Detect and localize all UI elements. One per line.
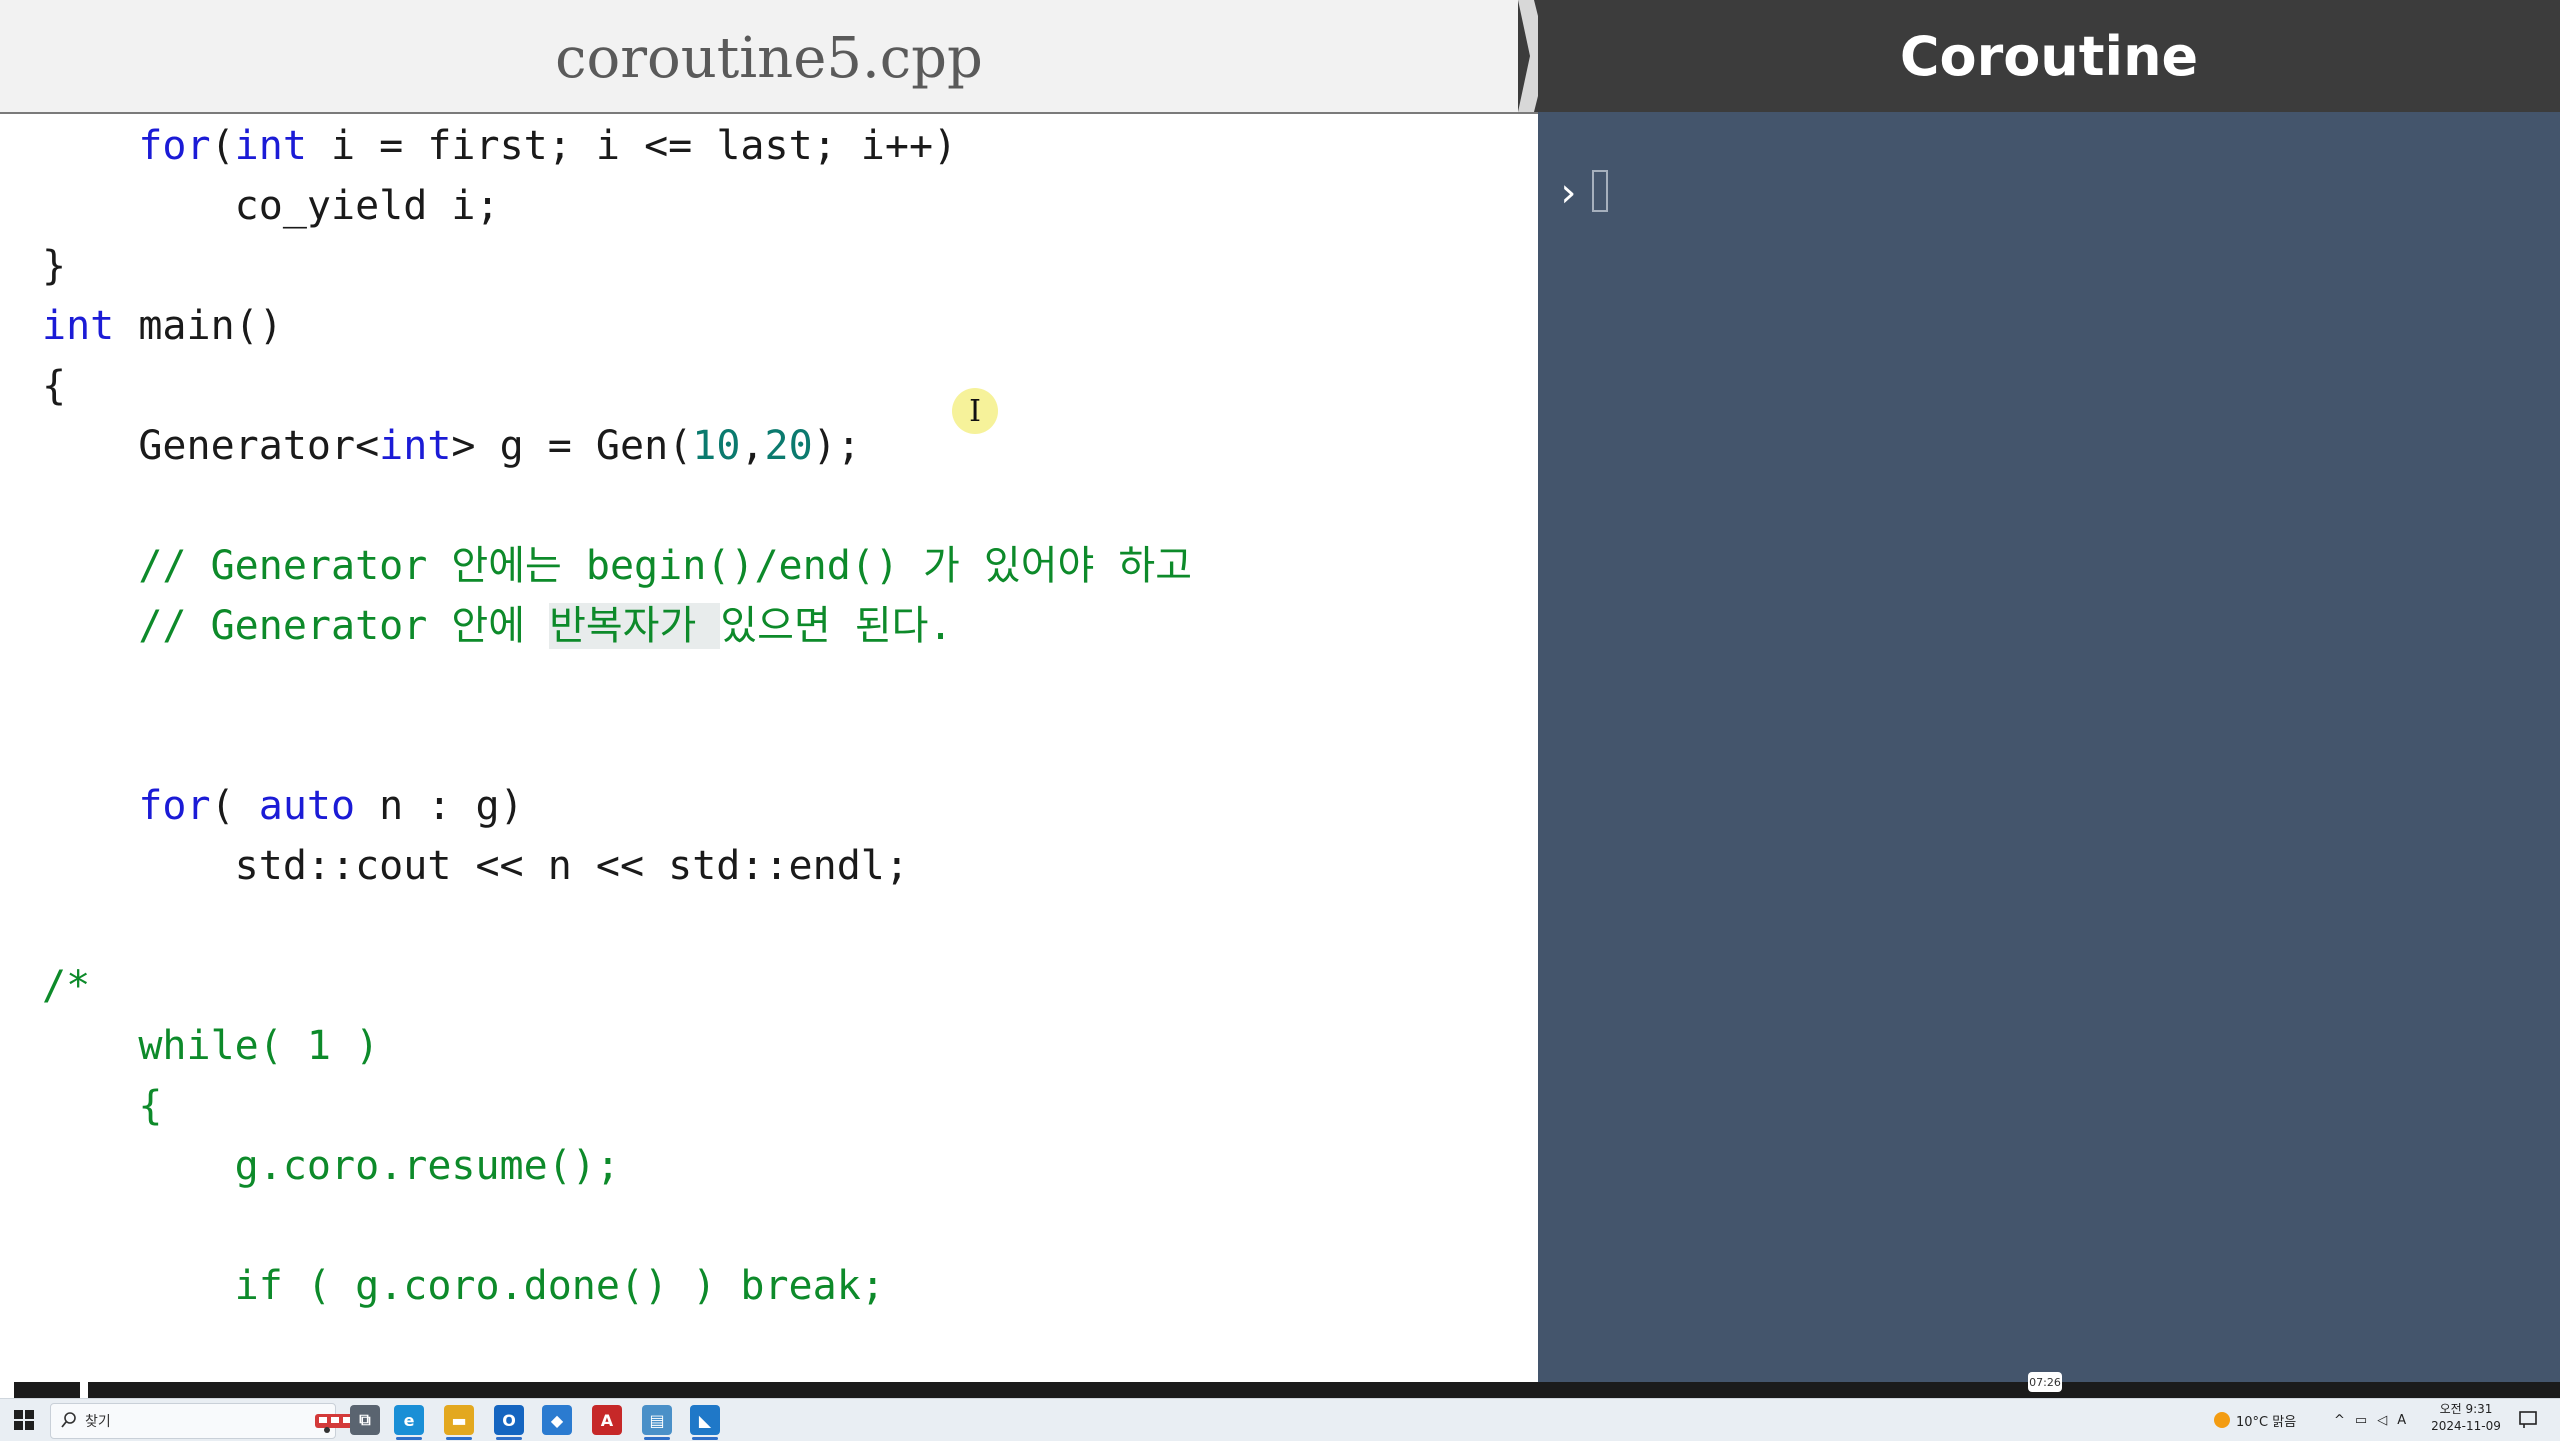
prompt-chevron-icon: ›: [1556, 170, 1581, 216]
editor-title-bar: coroutine5.cpp: [0, 0, 1538, 114]
search-placeholder: 찾기: [85, 1414, 111, 1430]
code-token: int: [42, 303, 115, 349]
code-token: for: [138, 783, 211, 829]
taskbar: 찾기 ⧉ e ▬ O ◆ A ▤ ◣ 10°C 맑음 ^ ▭ ◁ A 오전 9:31 2024…: [0, 1398, 2560, 1441]
code-line[interactable]: // Generator 안에 반복자가 있으면 된다.: [42, 596, 953, 656]
code-line[interactable]: {: [42, 356, 66, 416]
code-token: for: [138, 123, 211, 169]
volume-icon[interactable]: ◁: [2377, 1413, 2387, 1428]
weather-widget[interactable]: 10°C 맑음: [2214, 1399, 2296, 1441]
code-token: std::cout << n << std::endl;: [234, 843, 909, 889]
code-line[interactable]: Generator<int> g = Gen(10,20);: [42, 416, 861, 476]
taskbar-clock[interactable]: 오전 9:31 2024-11-09: [2426, 1401, 2506, 1435]
notification-icon[interactable]: [2518, 1409, 2538, 1429]
network-icon[interactable]: ▭: [2355, 1413, 2367, 1428]
windows-start-icon[interactable]: [14, 1410, 34, 1430]
code-token: 10: [692, 423, 741, 469]
code-token: if ( g.coro.done() ) break;: [234, 1263, 885, 1309]
player-progress-bar[interactable]: [88, 1382, 2560, 1398]
code-line[interactable]: std::cout << n << std::endl;: [42, 836, 909, 896]
terminal-panel[interactable]: ›: [1538, 112, 2560, 1382]
player-play-button[interactable]: [14, 1382, 80, 1398]
code-line[interactable]: }: [42, 236, 66, 296]
code-token: i = first; i <= last; i++): [306, 123, 958, 169]
code-line[interactable]: co_yield i;: [42, 176, 500, 236]
clock-time: 오전 9:31: [2439, 1402, 2493, 1416]
code-line[interactable]: /*: [42, 956, 90, 1016]
code-token: Generator<: [138, 423, 380, 469]
code-token: g.coro.resume();: [234, 1143, 620, 1189]
code-line[interactable]: if ( g.coro.done() ) break;: [42, 1256, 885, 1316]
file-explorer-icon[interactable]: ▬: [444, 1405, 474, 1435]
acrobat-icon[interactable]: A: [592, 1405, 622, 1435]
mouse-ibeam-icon: I: [952, 388, 998, 434]
code-token: {: [42, 363, 67, 409]
player-time-tooltip: 07:26: [2028, 1372, 2062, 1392]
code-token: 반복자가: [549, 603, 721, 649]
edge-icon[interactable]: e: [394, 1405, 424, 1435]
code-token: 있으면 된다.: [720, 603, 953, 649]
code-token: auto: [258, 783, 356, 829]
code-line[interactable]: g.coro.resume();: [42, 1136, 620, 1196]
weather-text: 10°C 맑음: [2236, 1414, 2297, 1430]
code-token: );: [812, 423, 861, 469]
code-token: 20: [764, 423, 813, 469]
code-token: int: [379, 423, 452, 469]
task-view-icon[interactable]: ⧉: [350, 1405, 380, 1435]
code-token: {: [138, 1083, 163, 1129]
code-token: main(): [114, 303, 283, 349]
code-token: // Generator 안에: [138, 603, 550, 649]
code-token: (: [210, 123, 235, 169]
vscode-icon[interactable]: ◣: [690, 1405, 720, 1435]
terminal-cursor: [1592, 170, 1608, 212]
code-token: /*: [42, 963, 91, 1009]
ime-indicator[interactable]: A: [2397, 1413, 2406, 1428]
app-icon[interactable]: ▤: [642, 1405, 672, 1435]
code-token: // Generator 안에는 begin()/end() 가 있어야 하고: [138, 543, 1192, 589]
taskbar-search-box[interactable]: 찾기: [50, 1403, 371, 1439]
code-line[interactable]: for(int i = first; i <= last; i++): [42, 116, 957, 176]
editor-file-title: coroutine5.cpp: [555, 25, 983, 91]
search-icon: [61, 1412, 76, 1428]
code-token: co_yield i;: [234, 183, 500, 229]
terminal-title-bar: Coroutine: [1538, 0, 2560, 112]
code-line[interactable]: while( 1 ): [42, 1016, 379, 1076]
code-line[interactable]: // Generator 안에는 begin()/end() 가 있어야 하고: [42, 536, 1192, 596]
code-token: ,: [740, 423, 765, 469]
clock-date: 2024-11-09: [2431, 1419, 2501, 1433]
terminal-title: Coroutine: [1899, 24, 2199, 88]
tray-icons[interactable]: ^ ▭ ◁ A: [2334, 1399, 2406, 1441]
code-line[interactable]: for( auto n : g): [42, 776, 524, 836]
store-icon[interactable]: ◆: [542, 1405, 572, 1435]
chevron-up-icon[interactable]: ^: [2334, 1413, 2345, 1428]
code-token: while( 1 ): [138, 1023, 380, 1069]
code-token: }: [42, 243, 67, 289]
code-token: n : g): [355, 783, 524, 829]
outlook-icon[interactable]: O: [494, 1405, 524, 1435]
code-token: (: [210, 783, 259, 829]
code-line[interactable]: int main(): [42, 296, 283, 356]
weather-sun-icon: [2214, 1412, 2230, 1428]
code-token: int: [234, 123, 307, 169]
code-line[interactable]: {: [42, 1076, 162, 1136]
code-token: > g = Gen(: [451, 423, 693, 469]
code-editor[interactable]: for(int i = first; i <= last; i++) co_yi…: [0, 114, 1538, 1382]
